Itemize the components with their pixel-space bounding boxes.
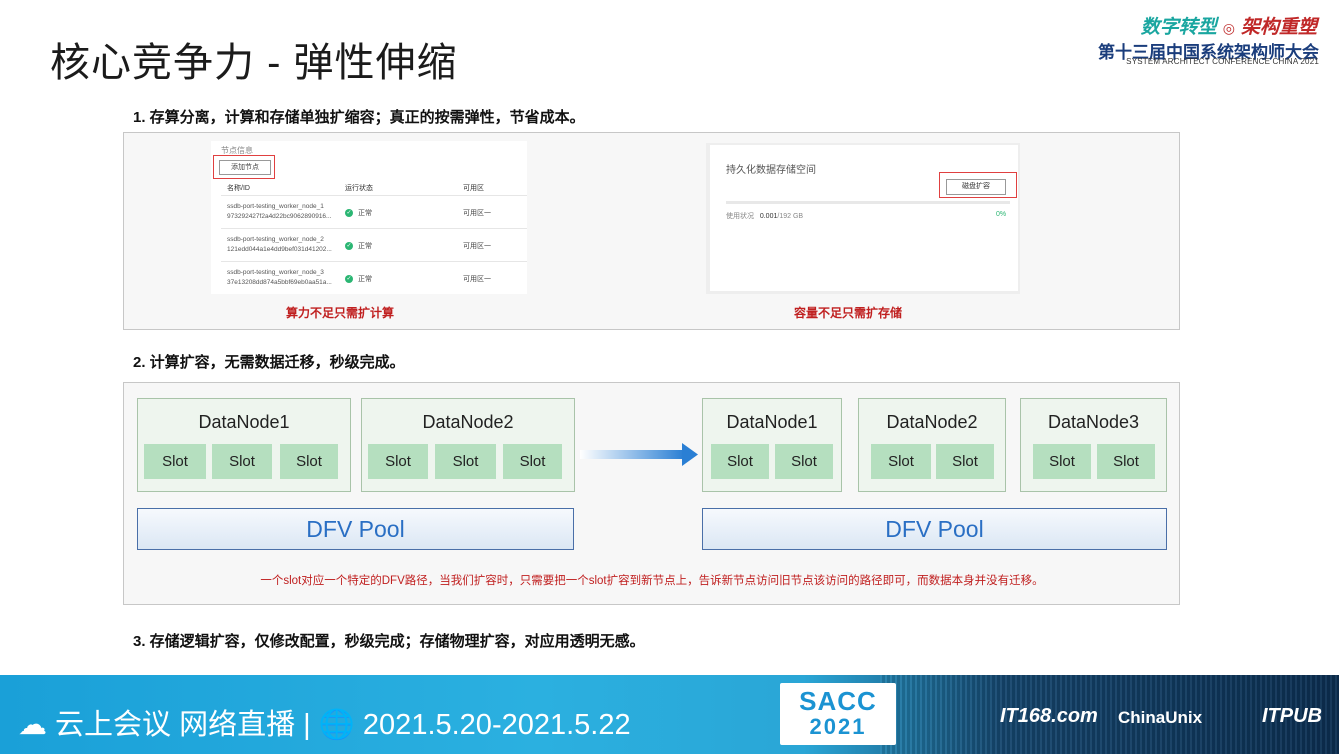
slogan-right: 架构重塑 xyxy=(1240,17,1317,38)
caption-compute: 算力不足只需扩计算 xyxy=(286,306,395,320)
slot: Slot xyxy=(1033,444,1091,479)
caption-storage: 容量不足只需扩存储 xyxy=(794,306,903,320)
node-name: ssdb-port-testing_worker_node_3 37e13208d… xyxy=(227,269,332,286)
storage-panel: 持久化数据存储空间 磁盘扩容 使用状况 0.001/192 GB 0% xyxy=(706,143,1020,294)
column-header-status: 运行状态 xyxy=(345,185,373,192)
page-title: 核心竞争力 - 弹性伸缩 xyxy=(50,41,458,85)
node-status: ✓ 正常 xyxy=(345,242,372,251)
slot: Slot xyxy=(775,444,833,479)
section3-heading: 3. 存储逻辑扩容，仅修改配置，秒级完成；存储物理扩容，对应用透明无感。 xyxy=(133,633,645,650)
table-row[interactable]: ssdb-port-testing_worker_node_3 37e13208d… xyxy=(227,268,527,298)
datanode-box: DataNode1 Slot Slot Slot xyxy=(137,398,351,492)
slot: Slot xyxy=(936,444,994,479)
slot: Slot xyxy=(711,444,769,479)
slot: Slot xyxy=(368,444,428,479)
divider xyxy=(221,261,527,262)
slot: Slot xyxy=(435,444,496,479)
dfv-pool: DFV Pool xyxy=(137,508,574,550)
datanode-label: DataNode1 xyxy=(726,412,818,432)
column-header-zone: 可用区 xyxy=(463,185,484,192)
section1-heading: 1. 存算分离，计算和存储单独扩缩容；真正的按需弹性，节省成本。 xyxy=(133,109,585,126)
datanode-box: DataNode1 Slot Slot xyxy=(702,398,842,492)
node-name: ssdb-port-testing_worker_node_1 973292427… xyxy=(227,203,332,220)
storage-usage-percent: 0% xyxy=(996,211,1007,218)
sponsor-it168-logo: IT168.com xyxy=(1000,705,1098,727)
slot: Slot xyxy=(503,444,562,479)
sponsor-chinaunix-logo: ChinaUnix xyxy=(1118,708,1203,727)
node-zone: 可用区一 xyxy=(463,210,491,217)
conference-slogan: 数字转型 ◎ 架构重塑 xyxy=(1141,12,1317,39)
slot: Slot xyxy=(871,444,931,479)
slogan-left: 数字转型 xyxy=(1140,17,1217,38)
storage-title: 持久化数据存储空间 xyxy=(726,165,816,176)
datanode-label: DataNode2 xyxy=(886,412,978,432)
transition-arrow-icon xyxy=(580,443,698,466)
sponsor-itpub-logo: ITPUB xyxy=(1262,705,1322,727)
node-info-table: 节点信息 添加节点 名称/ID 运行状态 可用区 ssdb-port-testi… xyxy=(211,141,527,294)
storage-usage: 使用状况 0.001/192 GB xyxy=(726,213,804,220)
section2-heading: 2. 计算扩容，无需数据迁移，秒级完成。 xyxy=(133,354,405,371)
datanode-label: DataNode2 xyxy=(422,412,514,432)
footer-banner: ☁ 云上会议 网络直播 | 🌐 2021.5.20-2021.5.22 SACC… xyxy=(0,675,1339,754)
storage-card: 持久化数据存储空间 磁盘扩容 使用状况 0.001/192 GB 0% xyxy=(710,145,1018,291)
datanode-box: DataNode2 Slot Slot xyxy=(858,398,1006,492)
expand-disk-button[interactable]: 磁盘扩容 xyxy=(946,179,1006,195)
datanode-box: DataNode3 Slot Slot xyxy=(1020,398,1167,492)
node-status: ✓ 正常 xyxy=(345,275,372,284)
column-header-name: 名称/ID xyxy=(227,185,250,192)
status-ok-icon: ✓ xyxy=(345,242,353,251)
node-zone: 可用区一 xyxy=(463,243,491,250)
slot-note: 一个slot对应一个特定的DFV路径，当我们扩容时，只需要把一个slot扩容到新… xyxy=(260,575,1044,587)
footer-text: ☁ 云上会议 网络直播 | 🌐 2021.5.20-2021.5.22 xyxy=(18,709,631,741)
sacc-logo: SACC 2021 xyxy=(780,683,896,745)
node-zone: 可用区一 xyxy=(463,276,491,283)
slot: Slot xyxy=(280,444,338,479)
divider xyxy=(221,195,527,196)
slot: Slot xyxy=(1097,444,1155,479)
slot: Slot xyxy=(212,444,272,479)
slot: Slot xyxy=(144,444,206,479)
status-ok-icon: ✓ xyxy=(345,209,353,218)
divider xyxy=(221,228,527,229)
slogan-separator-icon: ◎ xyxy=(1222,20,1235,36)
conference-name-en: SYSTEM ARCHITECT CONFERENCE CHINA 2021 xyxy=(1126,57,1319,66)
datanode-label: DataNode3 xyxy=(1047,412,1140,432)
datanode-box: DataNode2 Slot Slot Slot xyxy=(361,398,575,492)
sacc-logo-top: SACC xyxy=(799,686,877,716)
dfv-pool: DFV Pool xyxy=(702,508,1167,550)
add-node-button[interactable]: 添加节点 xyxy=(219,160,271,175)
datanode-label: DataNode1 xyxy=(198,412,290,432)
sacc-logo-year: 2021 xyxy=(809,714,867,739)
node-name: ssdb-port-testing_worker_node_2 121edd044… xyxy=(227,236,332,253)
status-ok-icon: ✓ xyxy=(345,275,353,284)
node-status: ✓ 正常 xyxy=(345,209,372,218)
storage-usage-bar xyxy=(726,201,1010,204)
